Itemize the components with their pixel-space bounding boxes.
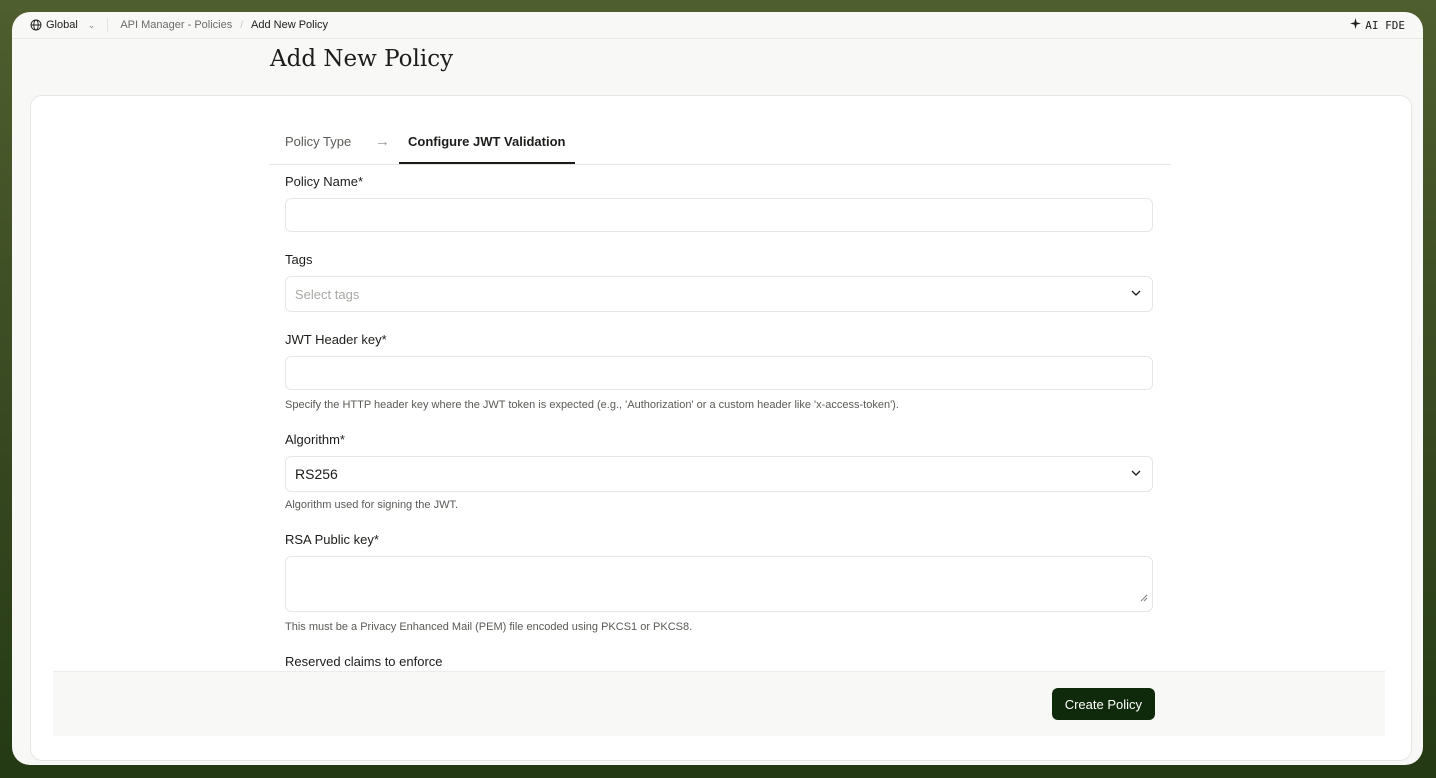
arrow-right-icon: → <box>375 133 390 150</box>
rsa-public-key-hint: This must be a Privacy Enhanced Mail (PE… <box>285 621 693 633</box>
algorithm-value: RS256 <box>295 466 338 482</box>
step-tabs: Policy Type → Configure JWT Validation <box>269 126 1171 165</box>
algorithm-hint: Algorithm used for signing the JWT. <box>285 499 459 511</box>
ai-fde-button[interactable]: AI FDE <box>1350 18 1405 32</box>
ai-fde-label: AI FDE <box>1365 18 1405 32</box>
sparkle-icon <box>1350 18 1362 32</box>
rsa-public-key-label: RSA Public key* <box>285 532 379 547</box>
resize-handle-icon[interactable] <box>1140 589 1148 607</box>
divider <box>107 18 109 32</box>
jwt-header-key-hint: Specify the HTTP header key where the JW… <box>285 399 899 411</box>
globe-icon <box>30 19 42 31</box>
algorithm-select[interactable]: RS256 <box>285 456 1153 492</box>
step-configure-jwt-validation[interactable]: Configure JWT Validation <box>408 134 565 149</box>
tags-placeholder: Select tags <box>295 286 360 302</box>
scope-label: Global <box>46 19 78 31</box>
step-policy-type[interactable]: Policy Type <box>285 134 351 149</box>
tags-label: Tags <box>285 252 313 267</box>
rsa-public-key-textarea[interactable] <box>285 556 1153 612</box>
chevron-down-icon <box>1130 467 1142 482</box>
policy-name-input[interactable] <box>285 198 1153 232</box>
create-policy-button[interactable]: Create Policy <box>1051 688 1155 720</box>
jwt-header-key-label: JWT Header key* <box>285 332 387 347</box>
breadcrumb-api-manager-policies[interactable]: API Manager - Policies <box>120 19 232 31</box>
tags-select[interactable]: Select tags <box>285 276 1153 312</box>
app-window: Global ⌄ API Manager - Policies / Add Ne… <box>12 12 1423 765</box>
form-footer: Create Policy <box>53 671 1385 736</box>
chevron-down-icon <box>1130 287 1142 302</box>
policy-name-label: Policy Name* <box>285 174 364 189</box>
top-bar: Global ⌄ API Manager - Policies / Add Ne… <box>12 12 1423 39</box>
active-step-indicator <box>399 162 575 164</box>
scope-selector[interactable]: Global ⌄ <box>30 19 95 31</box>
breadcrumb-separator: / <box>240 19 244 31</box>
jwt-header-key-input[interactable] <box>285 356 1153 390</box>
page-title: Add New Policy <box>270 46 454 72</box>
chevron-down-icon: ⌄ <box>87 19 96 30</box>
reserved-claims-label: Reserved claims to enforce <box>285 654 443 669</box>
breadcrumb-current: Add New Policy <box>251 19 329 31</box>
algorithm-label: Algorithm* <box>285 432 345 447</box>
policy-form-card: Policy Type → Configure JWT Validation P… <box>30 95 1412 761</box>
